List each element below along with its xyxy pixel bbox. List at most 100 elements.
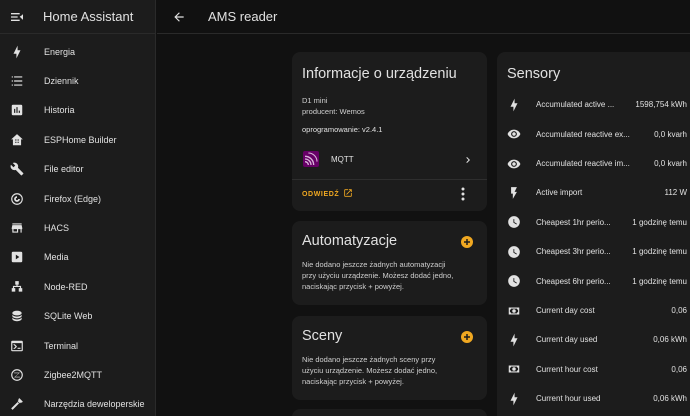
sensor-value: 1 godzinę temu <box>632 217 687 227</box>
sensors-title: Sensory <box>507 66 561 82</box>
device-info-card: Informacje o urządzeniu D1 mini producen… <box>292 52 487 211</box>
sidebar-item-label: Firefox (Edge) <box>44 193 102 204</box>
sidebar-item-terminal[interactable]: Terminal <box>0 331 155 360</box>
sidebar-item-zigbee2mqtt[interactable]: Zigbee2MQTT <box>0 360 155 389</box>
scenes-text-3: naciskając przycisk + powyżej. <box>302 377 404 386</box>
sensor-row[interactable]: Active import 112 W <box>497 178 690 208</box>
database-icon <box>9 308 25 324</box>
sensor-row[interactable]: Current hour cost 0,06 <box>497 355 690 385</box>
sensor-value: 0,0 kvarh <box>654 129 687 139</box>
sidebar-item-label: Narzędzia deweloperskie <box>44 399 145 410</box>
sidebar-item-historia[interactable]: Historia <box>0 96 155 125</box>
lightning-icon <box>507 98 521 112</box>
top-bar: AMS reader <box>157 0 690 34</box>
scenes-text-1: Nie dodano jeszcze żadnych sceny przy <box>302 355 436 364</box>
automations-text-2: przy użyciu urządzenie. Możesz dodać jed… <box>302 271 454 280</box>
sensor-name: Cheapest 6hr perio... <box>536 276 611 286</box>
sidebar-item-narz-dzia-deweloperskie[interactable]: Narzędzia deweloperskie <box>0 390 155 416</box>
sidebar-item-energia[interactable]: Energia <box>0 37 155 66</box>
sidebar-item-label: File editor <box>44 164 84 175</box>
esphome-icon <box>9 132 25 148</box>
device-manufacturer: producent: Wemos <box>302 107 365 116</box>
sensor-row[interactable]: Current day used 0,06 kWh <box>497 325 690 355</box>
sidebar-item-label: HACS <box>44 223 70 234</box>
sensor-name: Cheapest 1hr perio... <box>536 217 611 227</box>
mqtt-icon <box>303 151 319 167</box>
sidebar-item-label: Node-RED <box>44 281 88 292</box>
sidebar-items: Energia Dziennik Historia ESPHome Builder Fi… <box>0 34 155 416</box>
lightning-icon <box>507 333 521 347</box>
device-model: D1 mini <box>302 96 328 105</box>
automations-text-3: naciskając przycisk + powyżej. <box>302 282 404 291</box>
sensor-row[interactable]: Current day cost 0,06 <box>497 296 690 326</box>
sensor-name: Current day cost <box>536 306 595 316</box>
sensor-name: Current day used <box>536 335 598 345</box>
sidebar: Home Assistant Energia Dziennik Historia ES… <box>0 0 156 416</box>
sensor-value: 0,06 kWh <box>653 394 687 404</box>
sitemap-icon <box>9 279 25 295</box>
sensor-row[interactable]: Accumulated reactive ex... 0,0 kvarh <box>497 119 690 149</box>
sidebar-item-node-red[interactable]: Node-RED <box>0 272 155 301</box>
sidebar-item-firefox-edge[interactable]: Firefox (Edge) <box>0 184 155 213</box>
sidebar-item-media[interactable]: Media <box>0 243 155 272</box>
sensor-row[interactable]: Cheapest 1hr perio... 1 godzinę temu <box>497 208 690 238</box>
next-card <box>292 409 487 416</box>
integration-row-mqtt[interactable]: MQTT <box>292 147 487 171</box>
visit-label: ODWIEDŹ <box>302 190 340 198</box>
automations-text-1: Nie dodano jeszcze żadnych automatyzacji <box>302 260 446 269</box>
menu-collapse-icon[interactable] <box>0 9 34 25</box>
sidebar-title: Home Assistant <box>43 9 134 24</box>
divider <box>292 179 487 180</box>
open-external-icon <box>343 185 353 203</box>
device-firmware: oprogramowanie: v2.4.1 <box>302 125 383 134</box>
list-icon <box>9 73 25 89</box>
sensor-row[interactable]: Accumulated active ... 1598,754 kWh <box>497 90 690 120</box>
sensor-row[interactable]: Current hour used 0,06 kWh <box>497 384 690 414</box>
sensor-value: 112 W <box>664 188 687 198</box>
back-arrow-icon[interactable] <box>157 10 201 24</box>
clock-icon <box>507 215 521 229</box>
page-title: AMS reader <box>208 9 278 24</box>
visit-button[interactable]: ODWIEDŹ <box>302 185 353 203</box>
sensor-name: Accumulated active ... <box>536 100 615 110</box>
sensor-value: 0,06 <box>671 364 687 374</box>
sidebar-item-dziennik[interactable]: Dziennik <box>0 66 155 95</box>
sidebar-item-file-editor[interactable]: File editor <box>0 155 155 184</box>
sidebar-item-esphome-builder[interactable]: ESPHome Builder <box>0 125 155 154</box>
sensor-name: Accumulated reactive ex... <box>536 129 630 139</box>
sensors-card: Sensory Accumulated active ... 1598,754 k… <box>497 52 690 416</box>
hammer-icon <box>9 396 25 412</box>
sensor-name: Cheapest 3hr perio... <box>536 247 611 257</box>
sidebar-item-label: ESPHome Builder <box>44 134 117 145</box>
sensor-value: 0,06 <box>671 306 687 316</box>
scenes-text-2: użyciu urządzenie. Możesz dodać jedno, <box>302 366 438 375</box>
add-scene-plus-icon[interactable] <box>461 331 473 343</box>
sensor-row[interactable]: Accumulated reactive im... 0,0 kvarh <box>497 149 690 179</box>
sensor-name: Active import <box>536 188 583 198</box>
chart-box-icon <box>9 102 25 118</box>
play-box-icon <box>9 249 25 265</box>
sidebar-item-label: SQLite Web <box>44 311 93 322</box>
scenes-card: Sceny Nie dodano jeszcze żadnych sceny p… <box>292 316 487 400</box>
integration-label: MQTT <box>331 155 354 164</box>
sensor-value: 1 godzinę temu <box>632 247 687 257</box>
sidebar-item-label: Dziennik <box>44 76 79 87</box>
sensor-value: 1598,754 kWh <box>635 100 687 110</box>
sidebar-item-hacs[interactable]: HACS <box>0 213 155 242</box>
sidebar-item-label: Energia <box>44 46 76 57</box>
wrench-icon <box>9 161 25 177</box>
sensor-row[interactable]: Cheapest 6hr perio... 1 godzinę temu <box>497 266 690 296</box>
sensor-value: 0,06 kWh <box>653 335 687 345</box>
cash-icon <box>507 362 521 376</box>
sensor-name: Current hour cost <box>536 364 598 374</box>
store-icon <box>9 220 25 236</box>
sidebar-item-label: Terminal <box>44 340 79 351</box>
sensor-row[interactable]: Cheapest 3hr perio... 1 godzinę temu <box>497 237 690 267</box>
add-automation-plus-icon[interactable] <box>461 236 473 248</box>
sensor-name: Accumulated reactive im... <box>536 159 630 169</box>
more-options-icon[interactable] <box>459 186 467 202</box>
firefox-icon <box>9 191 25 207</box>
sensor-value: 1 godzinę temu <box>632 276 687 286</box>
device-info-title: Informacje o urządzeniu <box>302 66 457 82</box>
sidebar-item-sqlite-web[interactable]: SQLite Web <box>0 302 155 331</box>
